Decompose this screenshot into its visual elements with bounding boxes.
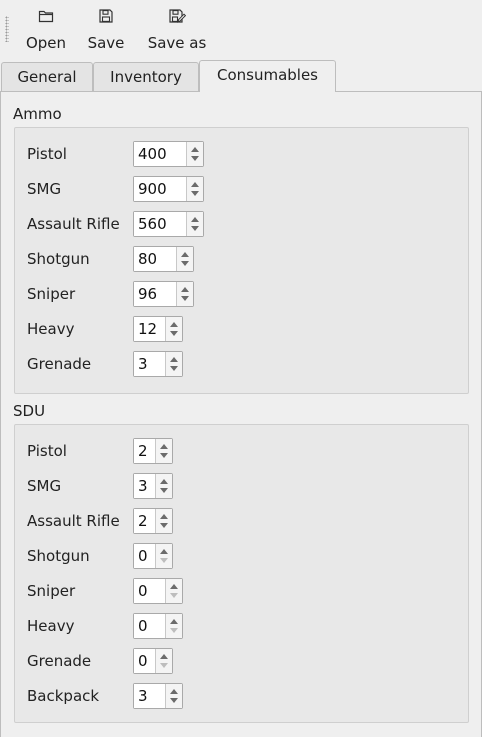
ammo-assault-rifle-value[interactable]: 560	[134, 212, 187, 236]
sdu-assault-rifle-value[interactable]: 2	[134, 509, 156, 533]
sdu-smg-label: SMG	[27, 477, 62, 495]
increment-arrow-icon[interactable]	[160, 654, 168, 659]
increment-arrow-icon[interactable]	[160, 549, 168, 554]
sdu-grenade-label: Grenade	[27, 652, 92, 670]
sdu-sniper-label: Sniper	[27, 582, 76, 600]
ammo-assault-rifle-label: Assault Rifle	[27, 215, 120, 233]
increment-arrow-icon[interactable]	[160, 479, 168, 484]
decrement-arrow-icon[interactable]	[191, 191, 199, 196]
decrement-arrow-icon[interactable]	[191, 156, 199, 161]
ammo-pistol-spinbox[interactable]: 400	[133, 141, 204, 167]
increment-arrow-icon[interactable]	[170, 689, 178, 694]
main-toolbar: Open Save Save as	[0, 0, 482, 60]
increment-arrow-icon[interactable]	[191, 217, 199, 222]
save-button[interactable]: Save	[82, 6, 130, 56]
sdu-smg-value[interactable]: 3	[134, 474, 156, 498]
sdu-pistol-label: Pistol	[27, 442, 67, 460]
ammo-sniper-spinbox[interactable]: 96	[133, 281, 194, 307]
tab-consumables[interactable]: Consumables	[199, 60, 336, 92]
tab-bar: General Inventory Consumables	[0, 60, 482, 92]
sdu-sniper-spinbox[interactable]: 0	[133, 578, 183, 604]
sdu-backpack-value[interactable]: 3	[134, 684, 166, 708]
sdu-group-title: SDU	[13, 402, 46, 420]
increment-arrow-icon[interactable]	[191, 147, 199, 152]
ammo-heavy-spinbox[interactable]: 12	[133, 316, 183, 342]
decrement-arrow-icon[interactable]	[170, 698, 178, 703]
tab-general[interactable]: General	[1, 62, 93, 92]
sdu-grenade-value[interactable]: 0	[134, 649, 156, 673]
ammo-sniper-value[interactable]: 96	[134, 282, 177, 306]
increment-arrow-icon[interactable]	[170, 357, 178, 362]
toolbar-grip[interactable]	[5, 16, 9, 42]
ammo-shotgun-value[interactable]: 80	[134, 247, 177, 271]
ammo-group-title: Ammo	[13, 105, 62, 123]
sdu-group-box	[14, 424, 469, 723]
ammo-shotgun-label: Shotgun	[27, 250, 90, 268]
decrement-arrow-icon[interactable]	[160, 453, 168, 458]
open-label: Open	[25, 34, 67, 52]
decrement-arrow-icon[interactable]	[191, 226, 199, 231]
floppy-disk-icon	[82, 8, 130, 30]
sdu-backpack-spinbox[interactable]: 3	[133, 683, 183, 709]
increment-arrow-icon[interactable]	[170, 619, 178, 624]
sdu-heavy-value[interactable]: 0	[134, 614, 166, 638]
sdu-sniper-value[interactable]: 0	[134, 579, 166, 603]
open-button[interactable]: Open	[20, 6, 72, 56]
tab-inventory[interactable]: Inventory	[93, 62, 199, 92]
decrement-arrow-icon[interactable]	[181, 296, 189, 301]
increment-arrow-icon[interactable]	[170, 322, 178, 327]
ammo-grenade-label: Grenade	[27, 355, 92, 373]
ammo-smg-label: SMG	[27, 180, 62, 198]
sdu-assault-rifle-label: Assault Rifle	[27, 512, 120, 530]
sdu-assault-rifle-spinbox[interactable]: 2	[133, 508, 173, 534]
folder-open-icon	[20, 8, 72, 30]
ammo-heavy-label: Heavy	[27, 320, 75, 338]
ammo-pistol-value[interactable]: 400	[134, 142, 187, 166]
decrement-arrow-icon[interactable]	[181, 261, 189, 266]
sdu-smg-spinbox[interactable]: 3	[133, 473, 173, 499]
increment-arrow-icon[interactable]	[170, 584, 178, 589]
sdu-heavy-spinbox[interactable]: 0	[133, 613, 183, 639]
increment-arrow-icon[interactable]	[181, 287, 189, 292]
ammo-smg-value[interactable]: 900	[134, 177, 187, 201]
ammo-grenade-value[interactable]: 3	[134, 352, 166, 376]
decrement-arrow-icon[interactable]	[170, 366, 178, 371]
ammo-assault-rifle-spinbox[interactable]: 560	[133, 211, 204, 237]
decrement-arrow-icon[interactable]	[170, 593, 178, 598]
ammo-smg-spinbox[interactable]: 900	[133, 176, 204, 202]
sdu-heavy-label: Heavy	[27, 617, 75, 635]
increment-arrow-icon[interactable]	[160, 444, 168, 449]
ammo-heavy-value[interactable]: 12	[134, 317, 166, 341]
decrement-arrow-icon[interactable]	[160, 488, 168, 493]
sdu-pistol-value[interactable]: 2	[134, 439, 156, 463]
increment-arrow-icon[interactable]	[191, 182, 199, 187]
decrement-arrow-icon[interactable]	[160, 558, 168, 563]
sdu-pistol-spinbox[interactable]: 2	[133, 438, 173, 464]
save-label: Save	[87, 34, 125, 52]
sdu-shotgun-value[interactable]: 0	[134, 544, 156, 568]
decrement-arrow-icon[interactable]	[160, 523, 168, 528]
increment-arrow-icon[interactable]	[181, 252, 189, 257]
decrement-arrow-icon[interactable]	[170, 331, 178, 336]
ammo-grenade-spinbox[interactable]: 3	[133, 351, 183, 377]
ammo-sniper-label: Sniper	[27, 285, 76, 303]
increment-arrow-icon[interactable]	[160, 514, 168, 519]
sdu-backpack-label: Backpack	[27, 687, 100, 705]
decrement-arrow-icon[interactable]	[160, 663, 168, 668]
save-as-button[interactable]: Save as	[142, 6, 212, 56]
sdu-grenade-spinbox[interactable]: 0	[133, 648, 173, 674]
floppy-edit-icon	[142, 8, 212, 30]
decrement-arrow-icon[interactable]	[170, 628, 178, 633]
sdu-shotgun-label: Shotgun	[27, 547, 90, 565]
sdu-shotgun-spinbox[interactable]: 0	[133, 543, 173, 569]
ammo-shotgun-spinbox[interactable]: 80	[133, 246, 194, 272]
ammo-pistol-label: Pistol	[27, 145, 67, 163]
save-as-label: Save as	[147, 34, 207, 52]
